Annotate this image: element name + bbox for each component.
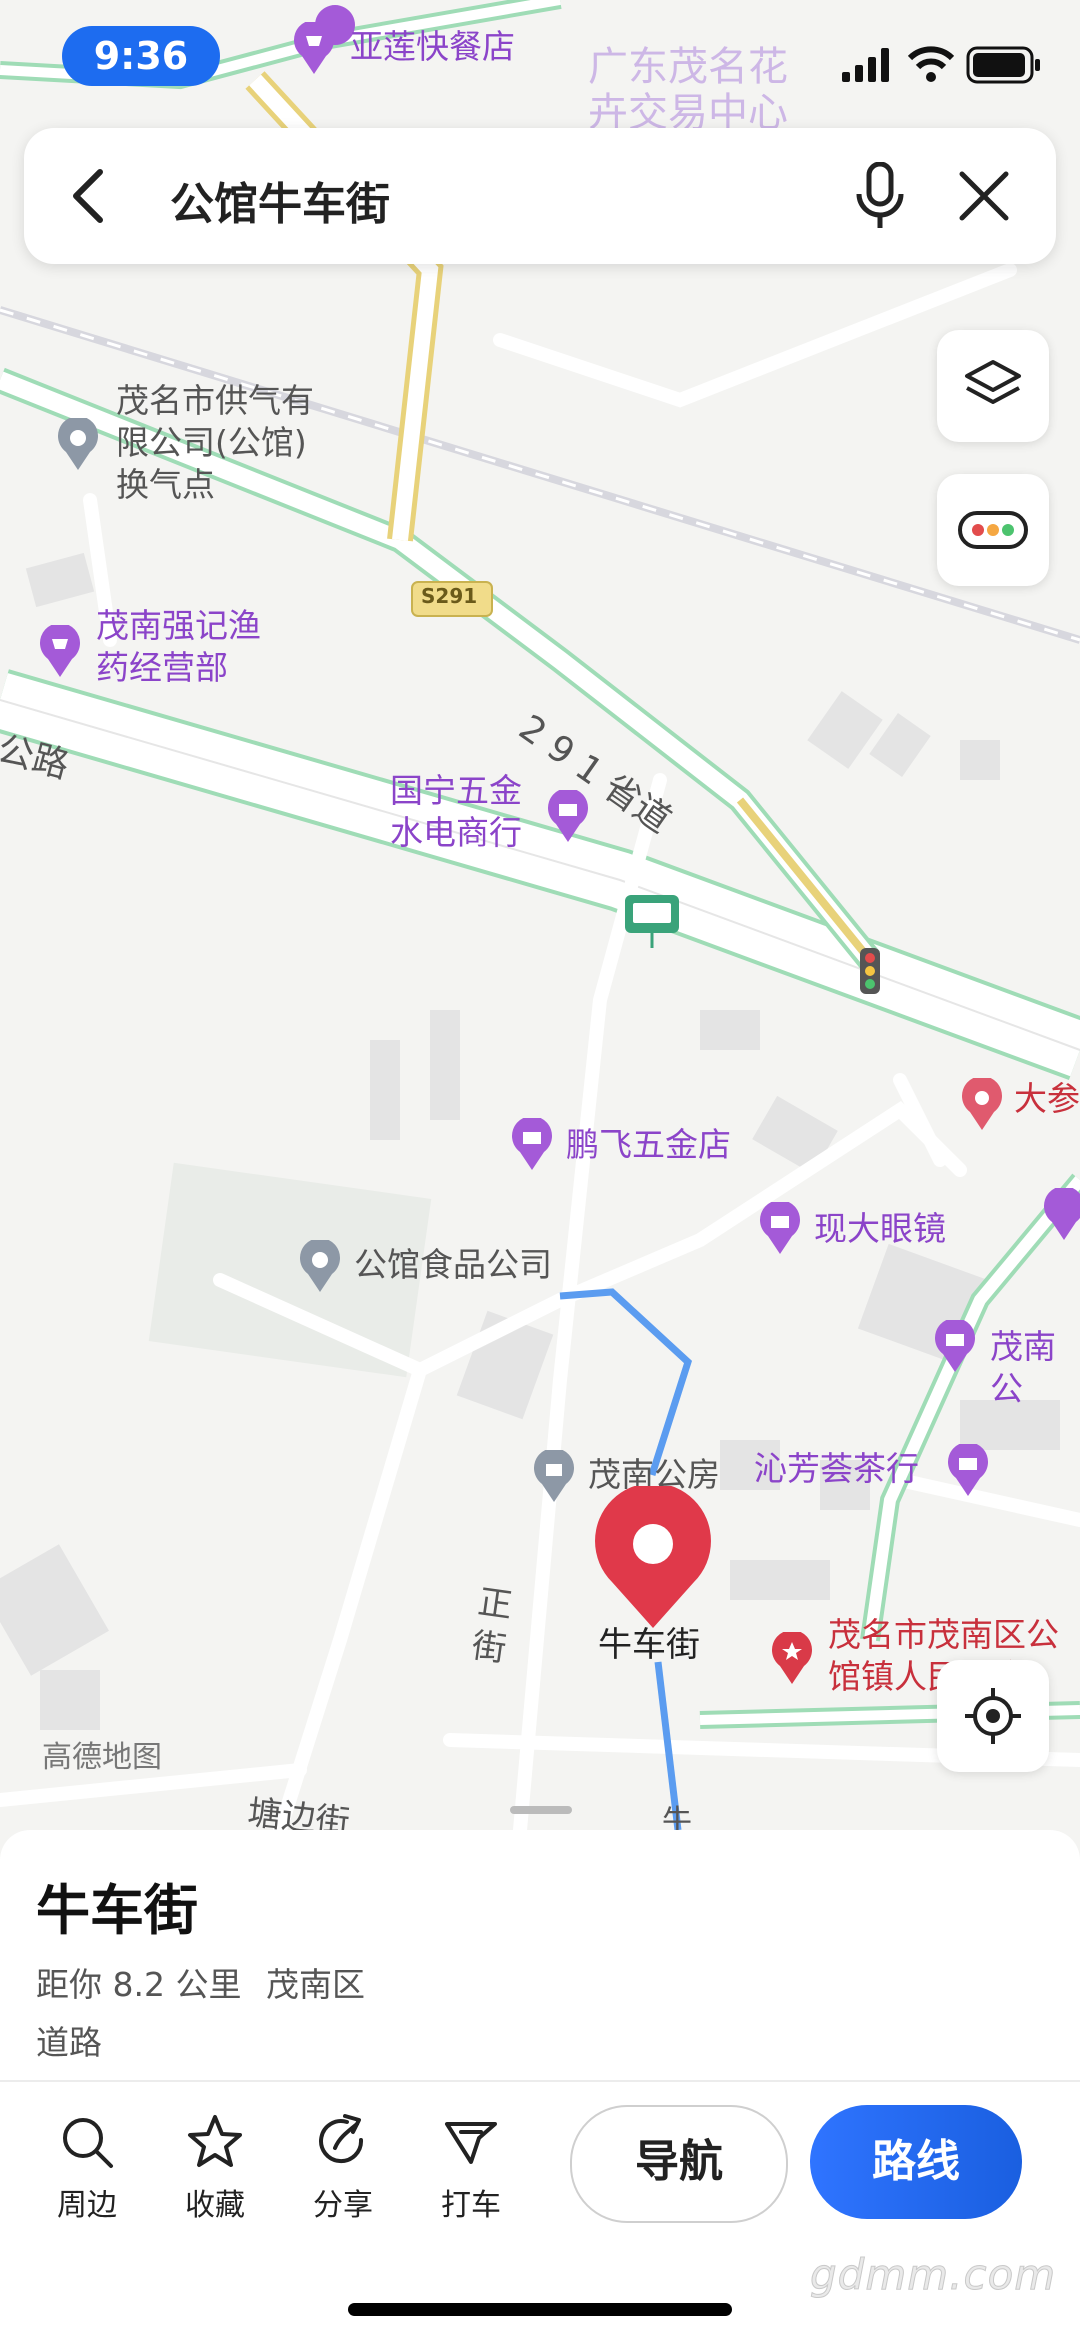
back-icon[interactable] [64, 166, 114, 226]
taxi-button[interactable]: 打车 [416, 2112, 526, 2224]
layers-button[interactable] [937, 330, 1049, 442]
poi-tea-label[interactable]: 沁芳荟茶行 [754, 1448, 919, 1490]
tag-pin-icon[interactable] [962, 1078, 1002, 1130]
store-pin-icon[interactable] [948, 1444, 988, 1496]
place-district: 茂南区 [265, 1965, 365, 2004]
locate-me-button[interactable] [937, 1660, 1049, 1772]
layers-icon [965, 360, 1021, 404]
locate-icon [965, 1688, 1021, 1744]
selected-location-pin-icon[interactable] [592, 1486, 714, 1628]
poi-food-company-label[interactable]: 公馆食品公司 [354, 1244, 552, 1286]
place-type: 道路 [36, 2023, 102, 2062]
favorite-label: 收藏 [185, 2188, 245, 2223]
place-name: 牛车街 [36, 1879, 198, 1942]
poi-yalian-label[interactable]: 亚莲快餐店 [350, 26, 515, 68]
map-roads [0, 0, 1080, 1830]
nearby-button[interactable]: 周边 [32, 2112, 142, 2224]
taxi-label: 打车 [441, 2188, 501, 2223]
search-icon [63, 2118, 113, 2168]
poi-hardware1-label[interactable]: 国宁五金 水电商行 [390, 770, 522, 854]
poi-flower-center-label: 广东茂名花 卉交易中心 [588, 44, 788, 136]
share-button[interactable]: 分享 [288, 2112, 398, 2224]
shop-pin-icon[interactable] [40, 625, 80, 677]
search-bar[interactable]: 公馆牛车街 [24, 128, 1056, 264]
watermark: gdmm.com [809, 2250, 1057, 2300]
navigate-button[interactable]: 导航 [570, 2105, 788, 2223]
wifi-icon [908, 46, 954, 82]
store-pin-icon[interactable] [760, 1202, 800, 1254]
poi-maonan-right-label[interactable]: 茂南公 [990, 1326, 1080, 1410]
search-query[interactable]: 公馆牛车街 [170, 168, 390, 232]
route-shield-s291: S291 [421, 584, 478, 608]
traffic-button[interactable] [937, 474, 1049, 586]
taxi-icon [445, 2122, 497, 2164]
poi-fishery-label[interactable]: 茂南强记渔 药经营部 [96, 605, 261, 689]
restaurant-pin-icon[interactable] [294, 22, 334, 74]
housing-pin-icon[interactable] [534, 1450, 574, 1502]
hardware-pin-icon[interactable] [512, 1118, 552, 1170]
poi-glasses-label[interactable]: 现大眼镜 [814, 1208, 946, 1250]
home-indicator[interactable] [348, 2303, 732, 2316]
signal-icon [842, 48, 889, 82]
selected-location-label: 牛车街 [598, 1625, 700, 1665]
government-pin-icon[interactable] [772, 1632, 812, 1684]
nearby-label: 周边 [57, 2188, 117, 2223]
poi-pengfei-label[interactable]: 鹏飞五金店 [566, 1124, 731, 1166]
battery-icon [966, 46, 1040, 84]
location-pin-icon[interactable] [58, 418, 98, 470]
close-icon[interactable] [956, 168, 1012, 224]
amap-logo: 高德地图 [42, 1740, 162, 1775]
location-pin-icon[interactable] [300, 1240, 340, 1292]
status-time: 9:36 [62, 26, 220, 86]
star-icon [188, 2115, 242, 2167]
place-meta: 距你 8.2 公里 茂南区 [36, 1958, 365, 2006]
place-distance: 距你 8.2 公里 [36, 1965, 242, 2004]
poi-gas-label[interactable]: 茂名市供气有 限公司(公馆) 换气点 [116, 380, 314, 506]
panel-drag-handle[interactable] [510, 1806, 572, 1814]
store-pin-icon[interactable] [935, 1320, 975, 1372]
shop-pin-icon[interactable] [1044, 1188, 1080, 1240]
favorite-button[interactable]: 收藏 [160, 2112, 270, 2224]
hardware-pin-icon[interactable] [548, 790, 588, 842]
map-canvas[interactable]: 亚莲快餐店 广东茂名花 卉交易中心 茂名市供气有 限公司(公馆) 换气点 茂南强… [0, 0, 1080, 1843]
traffic-icon [958, 511, 1028, 549]
panel-divider [0, 2080, 1080, 2082]
share-icon [319, 2114, 364, 2164]
microphone-icon[interactable] [854, 162, 906, 230]
share-label: 分享 [313, 2188, 373, 2223]
poi-dashen-label[interactable]: 大参 [1014, 1078, 1080, 1120]
route-button[interactable]: 路线 [810, 2105, 1022, 2219]
